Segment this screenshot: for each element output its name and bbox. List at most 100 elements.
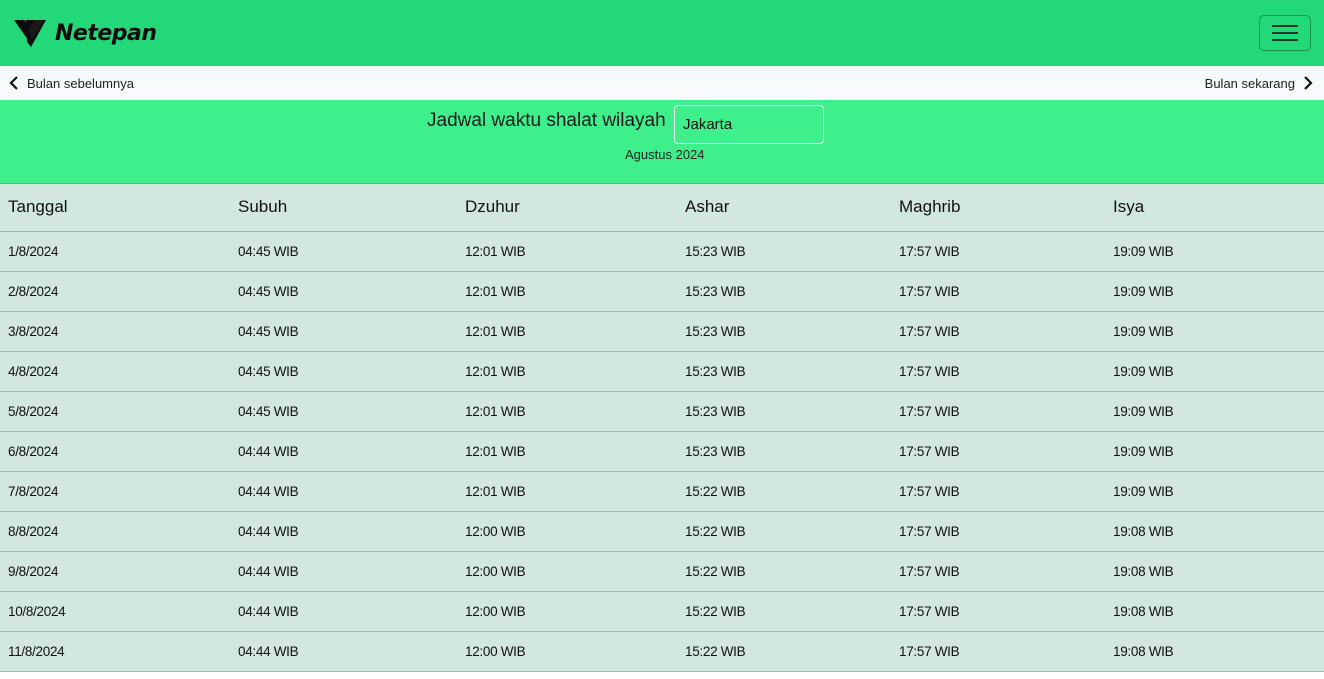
brand-link[interactable]: Netepan [14, 18, 157, 48]
table-cell-tanggal: 4/8/2024 [0, 351, 230, 392]
table-cell-maghrib: 17:57 WIB [891, 631, 1105, 672]
region-input[interactable] [674, 105, 824, 144]
table-cell-isya: 19:08 WIB [1105, 511, 1324, 552]
table-cell-isya: 19:08 WIB [1105, 631, 1324, 672]
table-row: 10/8/2024 04:44 WIB 12:00 WIB 15:22 WIB 17:5… [0, 591, 1324, 632]
column-header-tanggal: Tanggal [0, 184, 230, 232]
table-cell-maghrib: 17:57 WIB [891, 311, 1105, 352]
table-cell-tanggal: 2/8/2024 [0, 271, 230, 312]
table-cell-ashar: 15:23 WIB [677, 351, 891, 392]
schedule-header: Jadwal waktu shalat wilayah Agustus 2024 [0, 100, 1324, 184]
table-cell-isya: 19:09 WIB [1105, 471, 1324, 512]
table-cell-maghrib: 17:57 WIB [891, 431, 1105, 472]
table-cell-maghrib: 17:57 WIB [891, 591, 1105, 632]
table-cell-isya: 19:09 WIB [1105, 431, 1324, 472]
table-cell-isya: 19:08 WIB [1105, 591, 1324, 632]
table-cell-isya: 19:09 WIB [1105, 231, 1324, 272]
table-cell-maghrib: 17:57 WIB [891, 271, 1105, 312]
table-cell-tanggal: 1/8/2024 [0, 231, 230, 272]
table-cell-ashar: 15:22 WIB [677, 551, 891, 592]
table-cell-maghrib: 17:57 WIB [891, 391, 1105, 432]
top-navbar: Netepan [0, 0, 1324, 66]
table-row: 2/8/2024 04:45 WIB 12:01 WIB 15:23 WIB 17:57… [0, 271, 1324, 312]
chevron-right-icon [1304, 76, 1313, 90]
table-body: 1/8/2024 04:45 WIB 12:01 WIB 15:23 WIB 17:57… [0, 231, 1324, 672]
table-cell-tanggal: 5/8/2024 [0, 391, 230, 432]
table-row: 1/8/2024 04:45 WIB 12:01 WIB 15:23 WIB 17:57… [0, 231, 1324, 272]
menu-toggle-button[interactable] [1259, 15, 1311, 51]
table-cell-isya: 19:09 WIB [1105, 311, 1324, 352]
table-row: 4/8/2024 04:45 WIB 12:01 WIB 15:23 WIB 17:57… [0, 351, 1324, 392]
table-cell-tanggal: 6/8/2024 [0, 431, 230, 472]
table-cell-subuh: 04:44 WIB [230, 631, 457, 672]
table-cell-dzuhur: 12:01 WIB [457, 351, 677, 392]
table-cell-dzuhur: 12:00 WIB [457, 551, 677, 592]
table-row: 7/8/2024 04:44 WIB 12:01 WIB 15:22 WIB 17:57… [0, 471, 1324, 512]
current-month-link[interactable]: Bulan sekarang [1205, 76, 1314, 91]
table-cell-maghrib: 17:57 WIB [891, 351, 1105, 392]
table-cell-isya: 19:08 WIB [1105, 551, 1324, 592]
chevron-left-icon [9, 76, 18, 90]
table-cell-dzuhur: 12:01 WIB [457, 271, 677, 312]
column-header-ashar: Ashar [677, 184, 891, 232]
brand-name: Netepan [55, 20, 157, 46]
table-cell-subuh: 04:45 WIB [230, 271, 457, 312]
table-cell-dzuhur: 12:01 WIB [457, 311, 677, 352]
table-row: 3/8/2024 04:45 WIB 12:01 WIB 15:23 WIB 17:57… [0, 311, 1324, 352]
table-cell-maghrib: 17:57 WIB [891, 511, 1105, 552]
month-label: Agustus 2024 [625, 147, 705, 162]
table-cell-ashar: 15:23 WIB [677, 391, 891, 432]
month-navigation: Bulan sebelumnya Bulan sekarang [0, 66, 1324, 100]
column-header-dzuhur: Dzuhur [457, 184, 677, 232]
table-header-row: Tanggal Subuh Dzuhur Ashar Maghrib Isya [0, 184, 1324, 232]
table-cell-dzuhur: 12:00 WIB [457, 631, 677, 672]
table-cell-subuh: 04:44 WIB [230, 511, 457, 552]
table-row: 8/8/2024 04:44 WIB 12:00 WIB 15:22 WIB 17:57… [0, 511, 1324, 552]
table-cell-ashar: 15:22 WIB [677, 591, 891, 632]
table-cell-tanggal: 3/8/2024 [0, 311, 230, 352]
table-cell-tanggal: 10/8/2024 [0, 591, 230, 632]
table-cell-dzuhur: 12:01 WIB [457, 391, 677, 432]
table-cell-isya: 19:09 WIB [1105, 391, 1324, 432]
column-header-isya: Isya [1105, 184, 1324, 232]
previous-month-link[interactable]: Bulan sebelumnya [8, 76, 134, 91]
table-cell-subuh: 04:45 WIB [230, 311, 457, 352]
table-cell-maghrib: 17:57 WIB [891, 551, 1105, 592]
table-cell-subuh: 04:45 WIB [230, 391, 457, 432]
column-header-maghrib: Maghrib [891, 184, 1105, 232]
table-cell-maghrib: 17:57 WIB [891, 231, 1105, 272]
table-cell-subuh: 04:45 WIB [230, 231, 457, 272]
table-cell-dzuhur: 12:01 WIB [457, 231, 677, 272]
hamburger-icon [1272, 25, 1298, 41]
table-row: 5/8/2024 04:45 WIB 12:01 WIB 15:23 WIB 17:57… [0, 391, 1324, 432]
table-cell-isya: 19:09 WIB [1105, 351, 1324, 392]
table-cell-ashar: 15:23 WIB [677, 271, 891, 312]
table-cell-subuh: 04:44 WIB [230, 431, 457, 472]
table-cell-dzuhur: 12:00 WIB [457, 511, 677, 552]
table-cell-ashar: 15:22 WIB [677, 631, 891, 672]
table-cell-subuh: 04:45 WIB [230, 351, 457, 392]
table-cell-tanggal: 8/8/2024 [0, 511, 230, 552]
table-cell-subuh: 04:44 WIB [230, 591, 457, 632]
table-cell-maghrib: 17:57 WIB [891, 471, 1105, 512]
table-cell-ashar: 15:23 WIB [677, 431, 891, 472]
table-cell-tanggal: 11/8/2024 [0, 631, 230, 672]
table-cell-ashar: 15:22 WIB [677, 511, 891, 552]
page-title: Jadwal waktu shalat wilayah [427, 110, 666, 131]
v-logo-icon [14, 20, 46, 47]
table-cell-ashar: 15:23 WIB [677, 231, 891, 272]
table-cell-tanggal: 9/8/2024 [0, 551, 230, 592]
table-cell-ashar: 15:23 WIB [677, 311, 891, 352]
table-cell-subuh: 04:44 WIB [230, 551, 457, 592]
current-month-label: Bulan sekarang [1204, 75, 1295, 91]
prayer-schedule-table: Tanggal Subuh Dzuhur Ashar Maghrib Isya 1/8/2… [0, 184, 1324, 672]
table-cell-ashar: 15:22 WIB [677, 471, 891, 512]
previous-month-label: Bulan sebelumnya [27, 75, 134, 91]
table-cell-isya: 19:09 WIB [1105, 271, 1324, 312]
table-row: 6/8/2024 04:44 WIB 12:01 WIB 15:23 WIB 17:57… [0, 431, 1324, 472]
table-row: 9/8/2024 04:44 WIB 12:00 WIB 15:22 WIB 17:57… [0, 551, 1324, 592]
table-cell-dzuhur: 12:01 WIB [457, 471, 677, 512]
table-cell-subuh: 04:44 WIB [230, 471, 457, 512]
column-header-subuh: Subuh [230, 184, 457, 232]
table-cell-tanggal: 7/8/2024 [0, 471, 230, 512]
